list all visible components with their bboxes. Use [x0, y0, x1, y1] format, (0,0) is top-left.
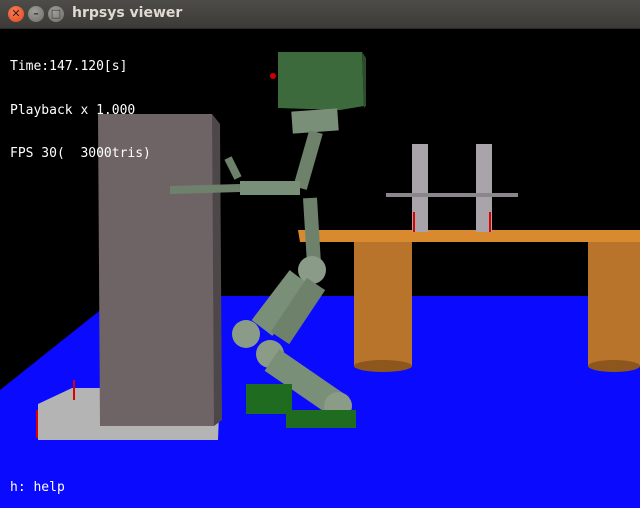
maximize-icon: □ [50, 7, 62, 20]
post-crossbar [386, 193, 518, 197]
fps-readout: FPS 30( 3000tris) [10, 146, 151, 161]
close-button[interactable]: ✕ [8, 6, 24, 22]
robot-knee [232, 320, 260, 348]
table-leg [354, 242, 412, 366]
3d-viewport[interactable]: Time:147.120[s] Playback x 1.000 FPS 30(… [0, 28, 640, 508]
robot-hand [224, 156, 242, 180]
robot-forearm [169, 184, 241, 194]
table-leg [588, 242, 640, 366]
robot-head [278, 52, 364, 110]
table-leg-bottom [588, 360, 640, 372]
playback-readout: Playback x 1.000 [10, 102, 136, 118]
minimize-button[interactable]: – [28, 6, 44, 22]
robot-foot [246, 384, 292, 414]
minimize-icon: – [33, 7, 39, 20]
robot-neck [291, 108, 339, 134]
close-icon: ✕ [11, 7, 21, 20]
table-leg-bottom [354, 360, 412, 372]
hud-overlay: Time:147.120[s] Playback x 1.000 FPS 30(… [10, 31, 151, 191]
window-title: hrpsys viewer [72, 5, 183, 21]
maximize-button[interactable]: □ [48, 6, 64, 22]
robot-waist [303, 197, 321, 265]
marker-dot [270, 73, 276, 79]
help-hint: h: help [10, 480, 65, 495]
title-bar[interactable]: ✕ – □ hrpsys viewer [0, 0, 640, 29]
table-top [298, 230, 640, 242]
robot-foot [286, 410, 356, 428]
time-readout: Time:147.120[s] [10, 59, 128, 74]
robot-torso [293, 130, 323, 190]
viewer-window: ✕ – □ hrpsys viewer Time:147.120[s] Play… [0, 0, 640, 508]
